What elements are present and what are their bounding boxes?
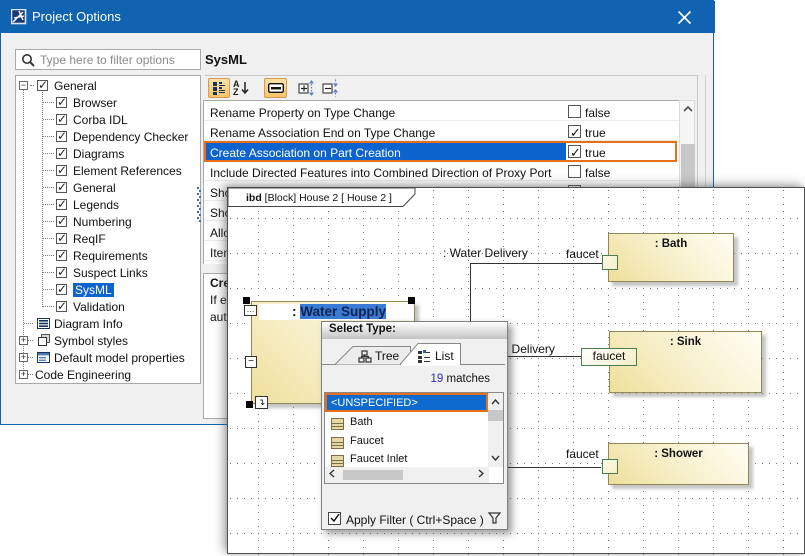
- svg-text:Z: Z: [233, 87, 239, 96]
